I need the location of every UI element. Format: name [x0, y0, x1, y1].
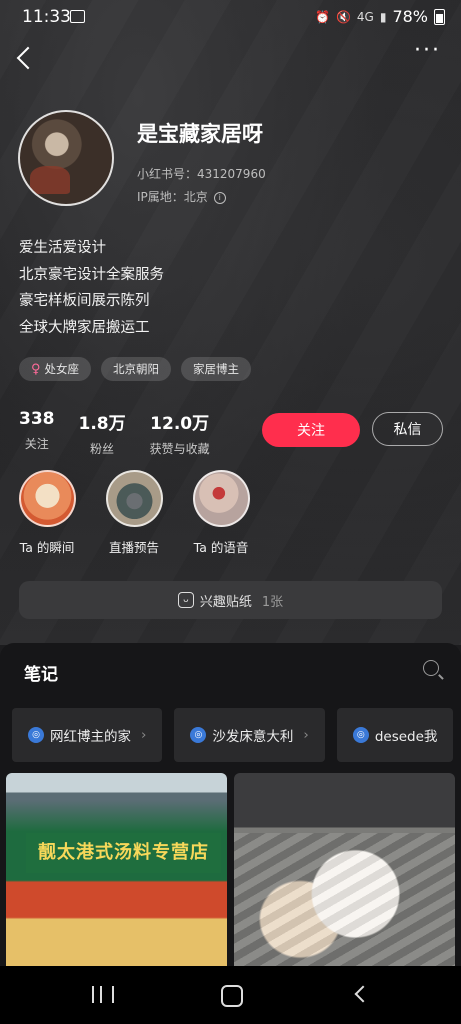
- store-sign-text: 靓太港式汤料专营店: [26, 833, 221, 873]
- highlight-thumbnail: [192, 470, 250, 527]
- profile-tags: ♀ 处女座 北京朝阳 家居博主: [19, 357, 252, 381]
- stat-likes[interactable]: 12.0万 获赞与收藏: [150, 409, 210, 457]
- highlight-thumbnail: [18, 470, 76, 527]
- mute-icon: 🔇: [335, 9, 351, 24]
- back-arrow-icon[interactable]: [16, 46, 40, 70]
- battery-icon: [434, 8, 445, 25]
- sticker-count: 1张: [261, 594, 284, 610]
- tag-role: 家居博主: [181, 357, 252, 381]
- stat-following[interactable]: 338 关注: [19, 409, 55, 457]
- bio-line: 全球大牌家居搬运工: [19, 319, 150, 336]
- recent-apps-icon[interactable]: [92, 986, 114, 1003]
- note-card-cat[interactable]: [234, 773, 455, 968]
- collection-label: 沙发床意大利: [212, 729, 294, 745]
- message-button[interactable]: 私信: [372, 412, 443, 446]
- bio-line: 北京豪宅设计全案服务: [19, 266, 164, 283]
- female-icon: ♀: [31, 361, 41, 377]
- highlight-voice[interactable]: Ta 的语音: [176, 470, 266, 556]
- highlight-thumbnail: [105, 470, 163, 527]
- avatar[interactable]: [18, 110, 114, 206]
- profile-ip-location: IP属地：北京 i: [137, 188, 226, 205]
- collection-label: desede我: [374, 729, 438, 745]
- collection-label: 网红博主的家: [50, 729, 131, 745]
- chevron-right-icon: ›: [303, 727, 309, 743]
- stat-label: 关注: [24, 437, 49, 451]
- image-notification-icon: [70, 10, 85, 23]
- stat-label: 获赞与收藏: [149, 442, 210, 456]
- top-nav: ···: [0, 40, 461, 76]
- profile-user-id: 小红书号：431207960: [137, 167, 266, 181]
- stat-followers[interactable]: 1.8万 粉丝: [79, 409, 126, 457]
- highlight-live-preview[interactable]: 直播预告: [89, 470, 179, 556]
- sticker-label: 兴趣贴纸: [199, 594, 252, 610]
- bio-line: 爱生活爱设计: [19, 240, 106, 256]
- bio-line: 豪宅样板间展示陈列: [19, 293, 150, 309]
- back-icon[interactable]: [354, 985, 372, 1003]
- alarm-icon: ⏰: [314, 9, 330, 24]
- system-nav-bar: [0, 966, 461, 1024]
- stat-value: 12.0万: [150, 414, 210, 434]
- battery-percent: 78%: [392, 7, 428, 26]
- home-icon[interactable]: [221, 985, 243, 1007]
- collections-row: ◎ 网红博主的家 › ◎ 沙发床意大利 › ◎ desede我: [12, 708, 461, 762]
- tag-location: 北京朝阳: [101, 357, 172, 381]
- info-icon[interactable]: i: [213, 191, 226, 204]
- collection-icon: ◎: [190, 727, 207, 743]
- collection-chip[interactable]: ◎ 网红博主的家 ›: [12, 708, 163, 762]
- interest-sticker-bar[interactable]: ᴗ 兴趣贴纸 1张: [19, 581, 442, 619]
- network-label: 4G: [356, 9, 374, 24]
- highlight-label: Ta 的语音: [193, 540, 249, 555]
- collection-icon: ◎: [352, 727, 369, 743]
- tag-label: 北京朝阳: [113, 362, 160, 376]
- sticker-smile-icon: ᴗ: [177, 592, 194, 608]
- ip-text: IP属地：北京: [137, 190, 208, 204]
- collection-chip[interactable]: ◎ desede我: [336, 708, 454, 762]
- collection-chip[interactable]: ◎ 沙发床意大利 ›: [174, 708, 325, 762]
- collection-icon: ◎: [28, 727, 44, 743]
- highlight-moments[interactable]: Ta 的瞬间: [2, 470, 92, 556]
- tag-zodiac: ♀ 处女座: [19, 357, 92, 381]
- search-icon[interactable]: [423, 660, 439, 676]
- highlight-label: 直播预告: [108, 540, 159, 555]
- note-card-storefront[interactable]: 靓太港式汤料专营店: [6, 773, 227, 968]
- profile-bio: 爱生活爱设计 北京豪宅设计全案服务 豪宅样板间展示陈列 全球大牌家居搬运工: [19, 235, 164, 341]
- highlight-label: Ta 的瞬间: [19, 540, 75, 555]
- tag-label: 家居博主: [193, 362, 240, 376]
- status-bar: 11:33 ⏰ 🔇 4G ▮ 78%: [0, 0, 461, 34]
- status-right: ⏰ 🔇 4G ▮ 78%: [315, 7, 445, 26]
- profile-stats: 338 关注 1.8万 粉丝 12.0万 获赞与收藏: [19, 409, 234, 457]
- tag-label: 处女座: [44, 362, 80, 376]
- signal-icon: ▮: [379, 9, 387, 24]
- follow-button[interactable]: 关注: [262, 413, 360, 447]
- stat-label: 粉丝: [90, 442, 115, 456]
- more-options-icon[interactable]: ···: [414, 40, 441, 62]
- tab-notes[interactable]: 笔记: [24, 660, 58, 685]
- stat-value: 338: [19, 409, 55, 429]
- stat-value: 1.8万: [78, 414, 126, 434]
- profile-username: 是宝藏家居呀: [137, 122, 263, 146]
- chevron-right-icon: ›: [141, 727, 147, 743]
- status-time: 11:33: [22, 7, 71, 27]
